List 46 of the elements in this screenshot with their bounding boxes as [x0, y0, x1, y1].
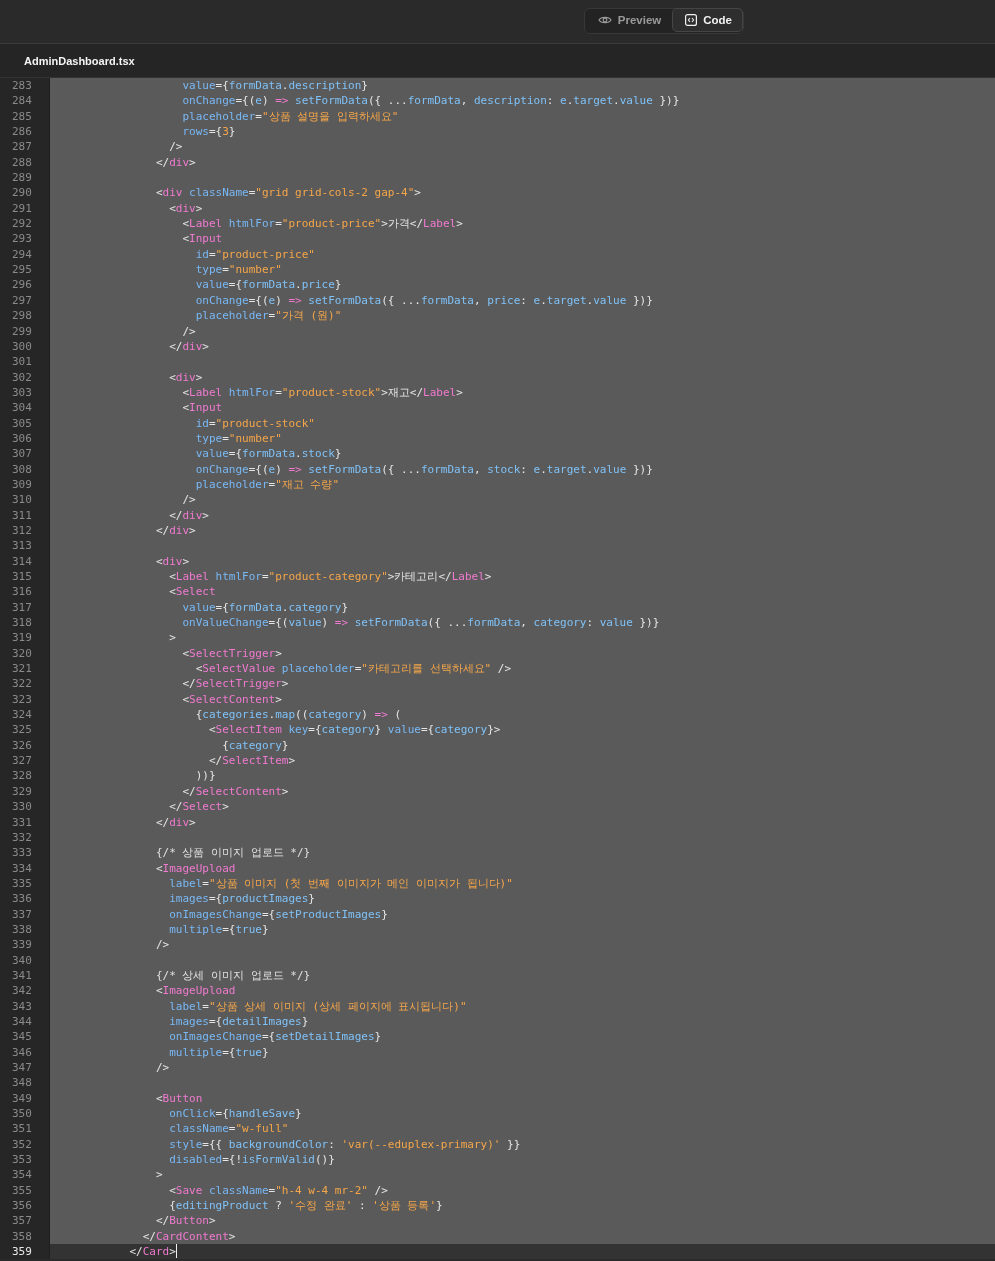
- line-number: 289: [0, 170, 50, 186]
- line-number: 322: [0, 676, 50, 692]
- line-number: 298: [0, 308, 50, 324]
- line-number: 293: [0, 231, 50, 247]
- line-number: 313: [0, 538, 50, 554]
- line-number: 292: [0, 216, 50, 232]
- line-number: 290: [0, 185, 50, 201]
- code-tab[interactable]: Code: [672, 8, 743, 32]
- line-number: 353: [0, 1152, 50, 1168]
- line-number: 307: [0, 446, 50, 462]
- line-number: 283: [0, 78, 50, 94]
- preview-tab[interactable]: Preview: [584, 8, 673, 32]
- code-icon: [685, 14, 698, 26]
- line-number: 318: [0, 615, 50, 631]
- line-number: 330: [0, 799, 50, 815]
- line-number: 296: [0, 277, 50, 293]
- line-number: 336: [0, 891, 50, 907]
- line-number: 351: [0, 1121, 50, 1137]
- line-number: 345: [0, 1029, 50, 1045]
- line-number: 284: [0, 93, 50, 109]
- line-number: 328: [0, 768, 50, 784]
- line-number: 357: [0, 1213, 50, 1229]
- line-number: 347: [0, 1060, 50, 1076]
- line-number: 310: [0, 492, 50, 508]
- line-number: 356: [0, 1198, 50, 1214]
- line-number: 327: [0, 753, 50, 769]
- line-number: 315: [0, 569, 50, 585]
- line-number: 316: [0, 584, 50, 600]
- file-tab[interactable]: AdminDashboard.tsx: [12, 44, 147, 77]
- line-number: 342: [0, 983, 50, 999]
- line-number: 348: [0, 1075, 50, 1091]
- line-number: 350: [0, 1106, 50, 1122]
- line-number: 325: [0, 722, 50, 738]
- line-number: 339: [0, 937, 50, 953]
- line-number: 301: [0, 354, 50, 370]
- line-number: 286: [0, 124, 50, 140]
- line-number: 354: [0, 1167, 50, 1183]
- line-number: 333: [0, 845, 50, 861]
- line-number: 359: [0, 1244, 50, 1260]
- eye-icon: [597, 15, 612, 25]
- line-number: 321: [0, 661, 50, 677]
- line-number: 324: [0, 707, 50, 723]
- line-number: 287: [0, 139, 50, 155]
- line-number: 295: [0, 262, 50, 278]
- line-number: 304: [0, 400, 50, 416]
- line-number: 319: [0, 630, 50, 646]
